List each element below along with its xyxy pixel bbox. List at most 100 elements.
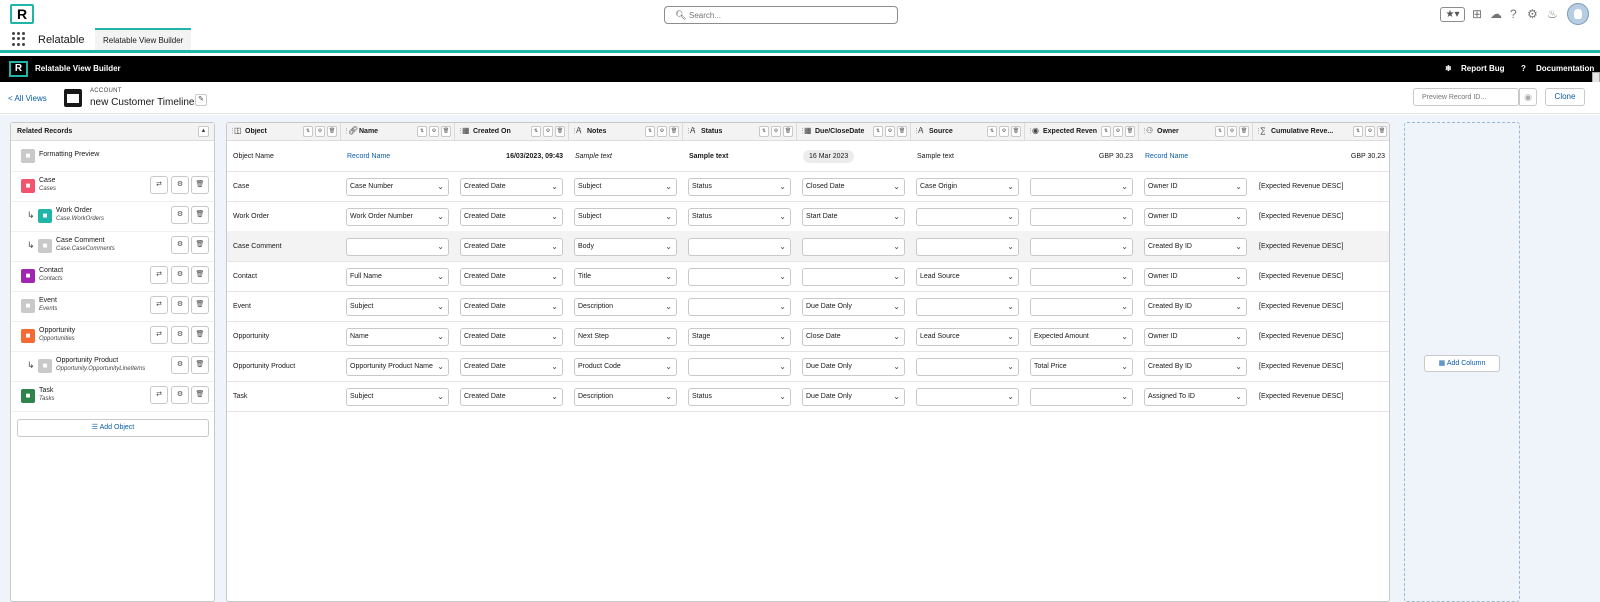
field-select[interactable]: Created Date ⌄ [460, 388, 563, 406]
related-record-item[interactable]: ■ Formatting Preview [11, 141, 214, 172]
related-record-item[interactable]: ■ Opportunity Opportunities ⇄ ⚙ 🗑︎ [11, 321, 214, 352]
settings-gear-icon[interactable]: ⚙ [657, 126, 667, 137]
sort-icon[interactable]: ⇅ [873, 126, 883, 137]
sort-icon[interactable]: ⇅ [759, 126, 769, 137]
field-select[interactable]: Close Date ⌄ [802, 328, 905, 346]
sort-icon[interactable]: ⇄ [150, 176, 168, 194]
field-select[interactable]: ⌄ [916, 358, 1019, 376]
delete-trash-icon[interactable]: 🗑︎ [1125, 126, 1135, 137]
settings-gear-icon[interactable]: ⚙ [1227, 126, 1237, 137]
field-select[interactable]: Description ⌄ [574, 298, 677, 316]
related-record-item[interactable]: ↳ ■ Case Comment Case.CaseComments ⚙ 🗑︎ [11, 231, 214, 262]
delete-trash-icon[interactable]: 🗑︎ [1239, 126, 1249, 137]
field-select[interactable]: ⌄ [688, 358, 791, 376]
field-select[interactable]: Case Number ⌄ [346, 178, 449, 196]
field-select[interactable]: ⌄ [802, 268, 905, 286]
sort-icon[interactable]: ⇄ [150, 296, 168, 314]
relatable-logo[interactable]: R [10, 4, 34, 24]
field-select[interactable]: Product Code ⌄ [574, 358, 677, 376]
settings-gear-icon[interactable]: ⚙ [171, 356, 189, 374]
sort-icon[interactable]: ⇄ [150, 326, 168, 344]
sort-icon[interactable]: ⇅ [1353, 126, 1363, 137]
field-select[interactable]: Created By ID ⌄ [1144, 298, 1247, 316]
settings-gear-icon[interactable]: ⚙ [429, 126, 439, 137]
field-select[interactable]: Opportunity Product Name ⌄ [346, 358, 449, 376]
preview-owner-link[interactable]: Record Name [1139, 141, 1253, 172]
field-select[interactable]: Next Step ⌄ [574, 328, 677, 346]
related-record-item[interactable]: ↳ ■ Work Order Case.WorkOrders ⚙ 🗑︎ [11, 201, 214, 232]
delete-trash-icon[interactable]: 🗑︎ [191, 206, 209, 224]
field-select[interactable]: Created Date ⌄ [460, 178, 563, 196]
field-select[interactable]: ⌄ [916, 208, 1019, 226]
sort-icon[interactable]: ⇅ [417, 126, 427, 137]
field-select[interactable]: Full Name ⌄ [346, 268, 449, 286]
app-launcher-icon[interactable] [12, 32, 26, 46]
field-select[interactable]: Subject ⌄ [574, 208, 677, 226]
settings-gear-icon[interactable]: ⚙ [171, 326, 189, 344]
field-select[interactable]: ⌄ [1030, 238, 1133, 256]
trailhead-icon[interactable]: ☁ [1490, 6, 1502, 22]
delete-trash-icon[interactable]: 🗑︎ [1011, 126, 1021, 137]
field-select[interactable]: ⌄ [688, 298, 791, 316]
column-header[interactable]: ⋮⋮ 🔗︎ Name ⇅ ⚙ 🗑︎ [341, 123, 455, 141]
field-select[interactable]: ⌄ [916, 298, 1019, 316]
notifications-bell-icon[interactable]: ♨ [1547, 6, 1558, 22]
column-header[interactable]: ⋮⋮ ⚇ Owner ⇅ ⚙ 🗑︎ [1139, 123, 1253, 141]
delete-trash-icon[interactable]: 🗑︎ [555, 126, 565, 137]
preview-record-input[interactable]: Preview Record ID... [1413, 88, 1519, 106]
add-icon[interactable]: ⊞ [1472, 6, 1482, 22]
settings-gear-icon[interactable]: ⚙ [315, 126, 325, 137]
field-select[interactable]: Owner ID ⌄ [1144, 268, 1247, 286]
preview-name-link[interactable]: Record Name [341, 141, 455, 172]
delete-trash-icon[interactable]: 🗑︎ [191, 266, 209, 284]
clone-button[interactable]: Clone [1545, 88, 1585, 106]
column-header[interactable]: ⋮⋮ ◉ Expected Reven ⇅ ⚙ 🗑︎ [1025, 123, 1139, 141]
delete-trash-icon[interactable]: 🗑︎ [441, 126, 451, 137]
field-select[interactable]: Due Date Only ⌄ [802, 358, 905, 376]
column-header[interactable]: ⋮⋮ A Source ⇅ ⚙ 🗑︎ [911, 123, 1025, 141]
delete-trash-icon[interactable]: 🗑︎ [1377, 126, 1387, 137]
field-select[interactable]: Title ⌄ [574, 268, 677, 286]
sort-icon[interactable]: ⇅ [645, 126, 655, 137]
field-select[interactable]: Created Date ⌄ [460, 328, 563, 346]
field-select[interactable]: ⌄ [802, 238, 905, 256]
field-select[interactable]: Lead Source ⌄ [916, 328, 1019, 346]
column-header[interactable]: ⋮⋮ ◫ Object ⇅ ⚙ 🗑︎ [227, 123, 341, 141]
settings-gear-icon[interactable]: ⚙ [171, 176, 189, 194]
field-select[interactable]: Due Date Only ⌄ [802, 388, 905, 406]
field-select[interactable]: ⌄ [916, 238, 1019, 256]
tab-relatable-view-builder[interactable]: Relatable View Builder [95, 28, 192, 50]
settings-gear-icon[interactable]: ⚙ [1113, 126, 1123, 137]
field-select[interactable]: Status ⌄ [688, 388, 791, 406]
field-select[interactable]: Created By ID ⌄ [1144, 358, 1247, 376]
global-search-input[interactable]: 🔍︎ Search... [664, 6, 898, 24]
delete-trash-icon[interactable]: 🗑︎ [191, 326, 209, 344]
field-select[interactable]: ⌄ [1030, 388, 1133, 406]
sort-icon[interactable]: ⇄ [150, 386, 168, 404]
column-header[interactable]: ⋮⋮ ▦ Created On ⇅ ⚙ 🗑︎ [455, 123, 569, 141]
sort-icon[interactable]: ⇅ [531, 126, 541, 137]
related-record-item[interactable]: ↳ ■ Opportunity Product Opportunity.Opportu… [11, 351, 214, 382]
all-views-link[interactable]: < All Views [8, 94, 47, 103]
field-select[interactable]: Created Date ⌄ [460, 208, 563, 226]
field-select[interactable]: Expected Amount ⌄ [1030, 328, 1133, 346]
column-header[interactable]: ⋮⋮ ∑ Cumulative Reve... ⇅ ⚙ 🗑︎ [1253, 123, 1389, 141]
settings-gear-icon[interactable]: ⚙ [171, 236, 189, 254]
sort-icon[interactable]: ⇅ [987, 126, 997, 137]
field-select[interactable]: Closed Date ⌄ [802, 178, 905, 196]
field-select[interactable]: ⌄ [1030, 208, 1133, 226]
field-select[interactable]: Subject ⌄ [574, 178, 677, 196]
related-record-item[interactable]: ■ Case Cases ⇄ ⚙ 🗑︎ [11, 171, 214, 202]
delete-trash-icon[interactable]: 🗑︎ [191, 356, 209, 374]
field-select[interactable]: Total Price ⌄ [1030, 358, 1133, 376]
sort-icon[interactable]: ⇅ [1215, 126, 1225, 137]
field-select[interactable]: Status ⌄ [688, 178, 791, 196]
field-select[interactable]: ⌄ [346, 238, 449, 256]
field-select[interactable]: Work Order Number ⌄ [346, 208, 449, 226]
delete-trash-icon[interactable]: 🗑︎ [897, 126, 907, 137]
avatar[interactable] [1567, 3, 1589, 25]
field-select[interactable]: Owner ID ⌄ [1144, 178, 1247, 196]
column-header[interactable]: ⋮⋮ A Notes ⇅ ⚙ 🗑︎ [569, 123, 683, 141]
field-select[interactable]: ⌄ [688, 268, 791, 286]
collapse-icon[interactable]: ▲ [198, 126, 209, 137]
